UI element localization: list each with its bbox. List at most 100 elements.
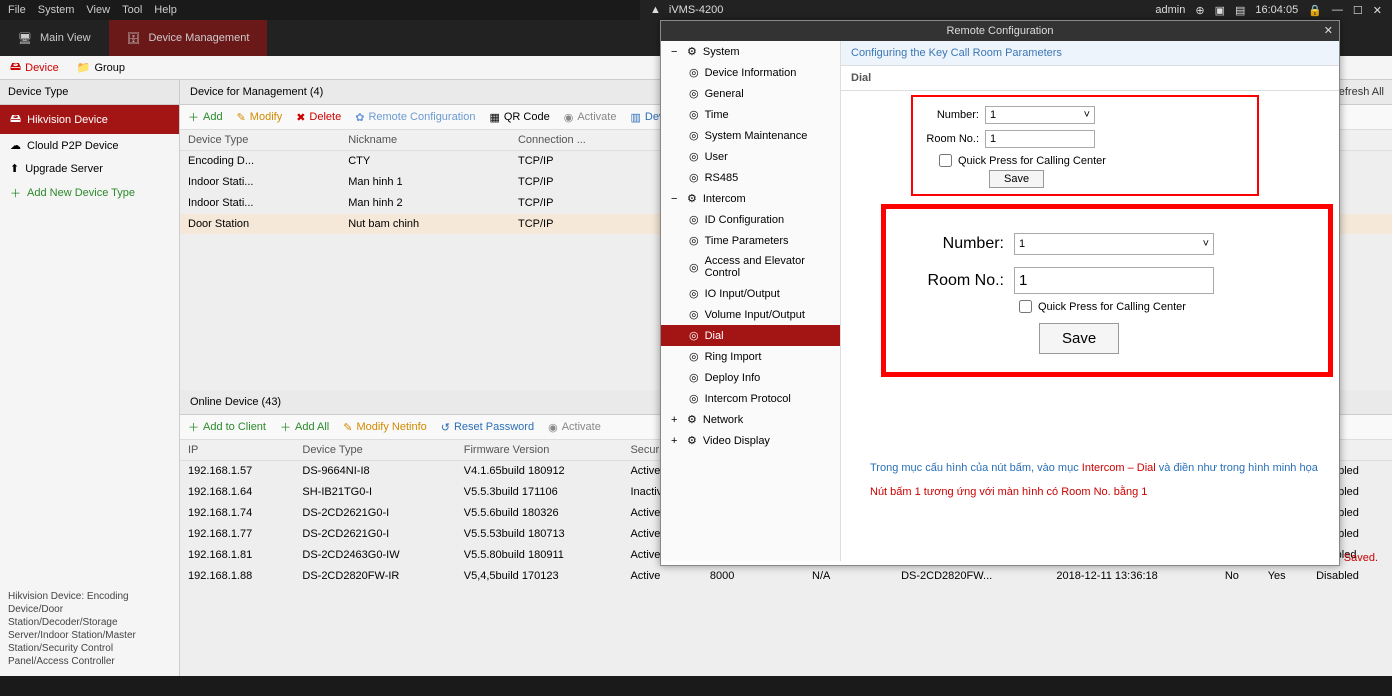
- tree-user[interactable]: ◎User: [661, 146, 840, 167]
- dt-cloud-p2p[interactable]: ☁Clould P2P Device: [0, 134, 179, 157]
- tree-deploy[interactable]: ◎Deploy Info: [661, 367, 840, 388]
- tree-protocol[interactable]: ◎Intercom Protocol: [661, 388, 840, 409]
- annotation-text: Trong mục cấu hình của nút bấm, vào mục …: [870, 455, 1370, 503]
- close-icon[interactable]: ✕: [1324, 24, 1333, 37]
- tree-access[interactable]: ◎Access and Elevator Control: [661, 251, 840, 283]
- tree-network[interactable]: +⚙Network: [661, 409, 840, 430]
- tree-rs485[interactable]: ◎RS485: [661, 167, 840, 188]
- network-icon: ⚙: [687, 413, 697, 426]
- device-type-description: Hikvision Device: Encoding Device/Door S…: [0, 582, 179, 676]
- room-input-large[interactable]: [1014, 267, 1214, 294]
- tree-id-config[interactable]: ◎ID Configuration: [661, 209, 840, 230]
- dial-icon: ◎: [689, 329, 699, 342]
- time-icon: ◎: [689, 234, 699, 247]
- modify-netinfo-button[interactable]: ✎ Modify Netinfo: [343, 421, 427, 434]
- save-button-large[interactable]: Save: [1039, 323, 1119, 354]
- dt-upgrade-server[interactable]: ⬆Upgrade Server: [0, 157, 179, 180]
- proto-icon: ◎: [689, 392, 699, 405]
- menu-system[interactable]: System: [38, 4, 75, 16]
- add-all-button[interactable]: ＋ Add All: [280, 419, 329, 435]
- room-label-large: Room No.:: [904, 272, 1004, 290]
- quick-press-checkbox-large[interactable]: [1019, 300, 1032, 313]
- qr-code-button[interactable]: ▦ QR Code: [489, 111, 549, 124]
- menu-help[interactable]: Help: [154, 4, 177, 16]
- folder-icon: 📁: [77, 61, 91, 74]
- volume-icon: ◎: [689, 308, 699, 321]
- tree-maintenance[interactable]: ◎System Maintenance: [661, 125, 840, 146]
- nvr-icon: 🖴: [10, 110, 21, 129]
- plus-icon: ＋: [10, 185, 21, 201]
- video-icon: ⚙: [687, 434, 697, 447]
- tab-device-management[interactable]: 🗄 Device Management: [109, 20, 268, 56]
- activate-online-button[interactable]: ◉ Activate: [548, 421, 601, 434]
- status-icon-1: ⊕: [1195, 4, 1204, 17]
- access-icon: ◎: [689, 261, 699, 274]
- tree-device-info[interactable]: ◎Device Information: [661, 62, 840, 83]
- dial-section-label: Dial: [841, 66, 1339, 91]
- app-title: iVMS-4200: [669, 4, 723, 16]
- add-button[interactable]: ＋ Add: [188, 109, 223, 125]
- user-label: admin: [1155, 4, 1185, 16]
- dial-form-small: Number: 1˅ Room No.: Quick Press for Cal…: [911, 95, 1259, 196]
- lock-icon[interactable]: 🔒: [1308, 4, 1322, 17]
- clock: 16:04:05: [1255, 4, 1298, 16]
- subtab-device[interactable]: 🖴 Device: [10, 58, 59, 77]
- titlebar: ▲ iVMS-4200 admin ⊕ ▣ ▤ 16:04:05 🔒 — ☐ ✕: [640, 0, 1392, 20]
- tree-time-params[interactable]: ◎Time Parameters: [661, 230, 840, 251]
- tree-video[interactable]: +⚙Video Display: [661, 430, 840, 451]
- menu-file[interactable]: File: [8, 4, 26, 16]
- tree-ring[interactable]: ◎Ring Import: [661, 346, 840, 367]
- add-to-client-button[interactable]: ＋ Add to Client: [188, 419, 266, 435]
- cloud-icon: ☁: [10, 139, 21, 152]
- number-dropdown-large[interactable]: 1˅: [1014, 233, 1214, 255]
- remote-config-button[interactable]: ✿ Remote Configuration: [355, 111, 475, 124]
- deploy-icon: ◎: [689, 371, 699, 384]
- tab-main-view[interactable]: 🖥 Main View: [0, 20, 109, 56]
- monitor-icon: 🖥: [18, 32, 32, 45]
- number-dropdown-small[interactable]: 1˅: [985, 106, 1095, 124]
- table-row[interactable]: 192.168.1.88DS-2CD2820FW-IRV5,4,5build 1…: [180, 566, 1392, 587]
- status-icon-3: ▤: [1235, 4, 1245, 17]
- server-icon: 🖴: [10, 58, 21, 77]
- general-icon: ◎: [689, 87, 699, 100]
- intercom-icon: ⚙: [687, 192, 697, 205]
- io-icon: ◎: [689, 287, 699, 300]
- port-icon: ◎: [689, 171, 699, 184]
- dt-hikvision[interactable]: 🖴Hikvision Device: [0, 105, 179, 134]
- rc-tree: −⚙System ◎Device Information ◎General ◎T…: [661, 41, 841, 561]
- menu-view[interactable]: View: [86, 4, 110, 16]
- number-label-small: Number:: [919, 109, 979, 121]
- close-app-icon[interactable]: ✕: [1373, 4, 1382, 17]
- device-type-header: Device Type: [0, 80, 179, 105]
- subtab-group[interactable]: 📁 Group: [77, 61, 125, 74]
- saved-label: Saved.: [1344, 552, 1378, 564]
- maximize-icon[interactable]: ☐: [1353, 4, 1363, 17]
- rc-titlebar: Remote Configuration ✕: [661, 21, 1339, 41]
- tree-time[interactable]: ◎Time: [661, 104, 840, 125]
- minimize-icon[interactable]: —: [1332, 4, 1343, 16]
- room-input-small[interactable]: [985, 130, 1095, 148]
- info-icon: ◎: [689, 66, 699, 79]
- clock-icon: ◎: [689, 108, 699, 121]
- tree-general[interactable]: ◎General: [661, 83, 840, 104]
- menu-tool[interactable]: Tool: [122, 4, 142, 16]
- wrench-icon: ◎: [689, 129, 699, 142]
- upgrade-icon: ⬆: [10, 162, 19, 175]
- ring-icon: ◎: [689, 350, 699, 363]
- tree-io[interactable]: ◎IO Input/Output: [661, 283, 840, 304]
- tree-volume[interactable]: ◎Volume Input/Output: [661, 304, 840, 325]
- save-button-small[interactable]: Save: [989, 170, 1044, 188]
- activate-button[interactable]: ◉ Activate: [564, 111, 617, 124]
- room-label-small: Room No.:: [919, 133, 979, 145]
- tree-system[interactable]: −⚙System: [661, 41, 840, 62]
- quick-press-checkbox-small[interactable]: [939, 154, 952, 167]
- modify-button[interactable]: ✎ Modify: [237, 111, 283, 124]
- reset-password-button[interactable]: ↺ Reset Password: [441, 421, 534, 434]
- dt-add-new[interactable]: ＋Add New Device Type: [0, 180, 179, 206]
- status-icon-2: ▣: [1215, 4, 1225, 17]
- tree-dial[interactable]: ◎Dial: [661, 325, 840, 346]
- tree-intercom[interactable]: −⚙Intercom: [661, 188, 840, 209]
- delete-button[interactable]: ✖ Delete: [296, 111, 341, 124]
- device-type-panel: Device Type 🖴Hikvision Device ☁Clould P2…: [0, 80, 180, 676]
- rc-content-header: Configuring the Key Call Room Parameters: [841, 41, 1339, 66]
